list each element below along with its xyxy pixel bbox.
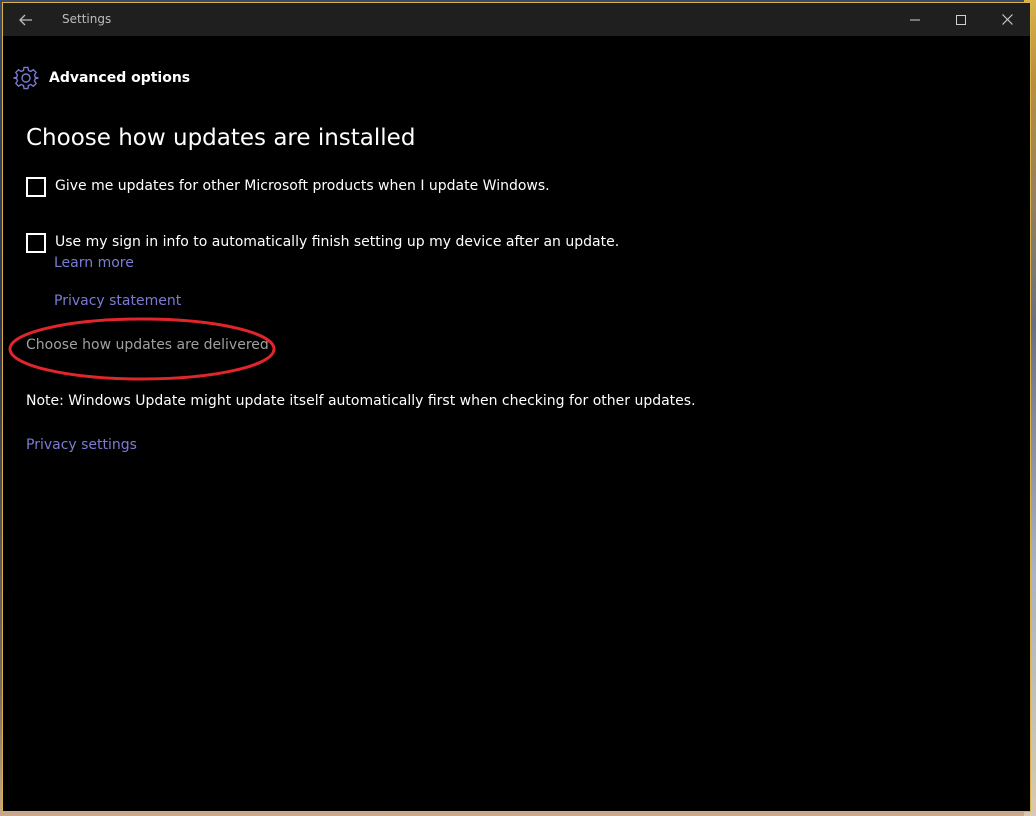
choose-delivery-link[interactable]: Choose how updates are delivered — [26, 335, 269, 355]
maximize-button[interactable] — [938, 3, 984, 36]
sign-in-info-checkbox[interactable] — [26, 233, 46, 253]
option-other-products[interactable]: Give me updates for other Microsoft prod… — [26, 176, 550, 197]
back-button[interactable] — [11, 7, 41, 33]
page-title: Advanced options — [49, 70, 191, 86]
minimize-button[interactable] — [892, 3, 938, 36]
back-arrow-icon — [19, 14, 32, 26]
privacy-statement-link[interactable]: Privacy statement — [54, 291, 181, 311]
gear-icon — [13, 65, 39, 91]
option-sign-in-info[interactable]: Use my sign in info to automatically fin… — [26, 232, 619, 253]
section-title: Choose how updates are installed — [26, 125, 416, 151]
minimize-icon — [910, 19, 920, 20]
other-products-label: Give me updates for other Microsoft prod… — [55, 178, 550, 194]
learn-more-link[interactable]: Learn more — [54, 253, 134, 273]
title-bar: Settings — [3, 3, 1030, 36]
settings-window: Settings Advanced options Choose how upd… — [2, 2, 1031, 812]
update-note: Note: Windows Update might update itself… — [26, 393, 696, 409]
close-button[interactable] — [984, 3, 1030, 36]
settings-content: Advanced options Choose how updates are … — [3, 36, 1030, 811]
window-title: Settings — [62, 12, 112, 26]
other-products-checkbox[interactable] — [26, 177, 46, 197]
maximize-icon — [956, 14, 966, 25]
page-header: Advanced options — [13, 65, 190, 91]
privacy-settings-link[interactable]: Privacy settings — [26, 435, 137, 455]
close-icon — [1001, 14, 1013, 25]
sign-in-info-label: Use my sign in info to automatically fin… — [55, 234, 620, 250]
